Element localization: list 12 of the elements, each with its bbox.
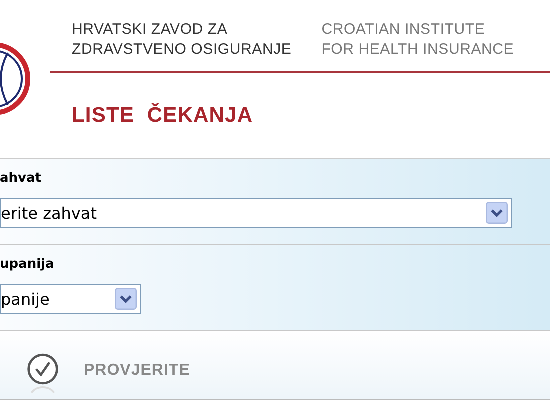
- checkmark-icon: [26, 353, 60, 395]
- institute-name-english: CROATIAN INSTITUTE: [322, 20, 486, 40]
- chevron-down-icon[interactable]: [486, 202, 508, 224]
- dropdown[interactable]: panije: [0, 284, 141, 314]
- institute-name: ZDRAVSTVENO OSIGURANJE: [72, 40, 292, 60]
- field-label: ahvat: [0, 171, 42, 187]
- chevron-down-icon[interactable]: [115, 288, 137, 310]
- field-label: upanija: [0, 257, 56, 273]
- dropdown[interactable]: erite zahvat: [0, 198, 512, 228]
- institute-name-english: FOR HEALTH INSURANCE: [322, 40, 514, 60]
- institute-name: HRVATSKI ZAVOD ZA: [72, 20, 229, 40]
- page-title: LISTE ČEKANJA: [71, 104, 254, 128]
